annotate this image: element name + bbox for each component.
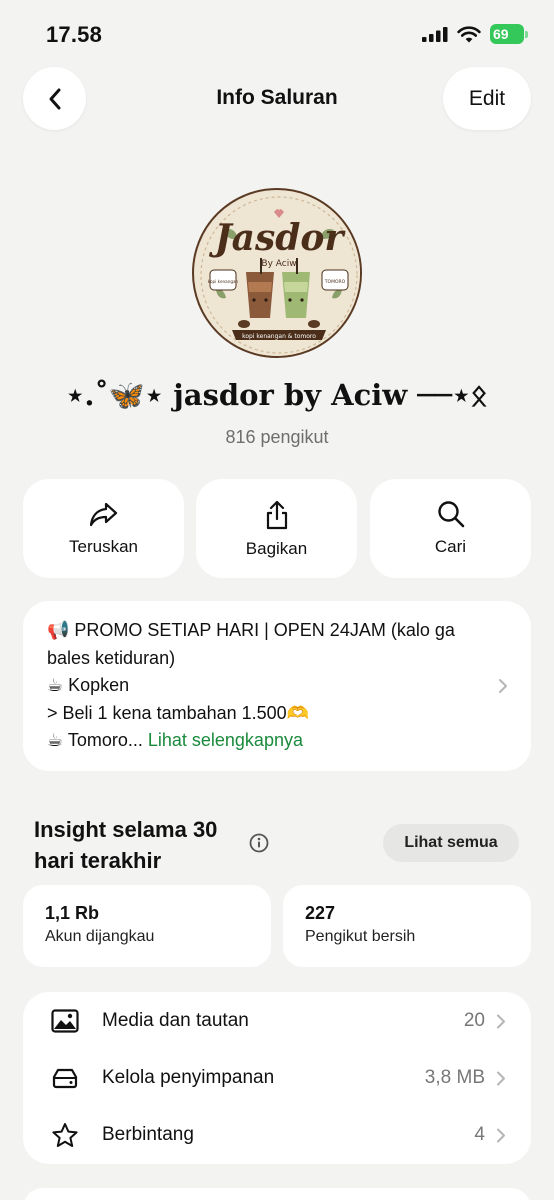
storage-icon (50, 1064, 80, 1092)
description-line-4: ☕ Tomoro... Lihat selengkapnya (47, 727, 485, 755)
stat-reach-label: Akun dijangkau (45, 928, 155, 945)
signal-icon (422, 27, 448, 42)
list-item-media[interactable]: Media dan tautan 20 (23, 992, 531, 1049)
settings-list: Media dan tautan 20 Kelola penyimpanan 3… (23, 992, 531, 1164)
tag-left: kopi kenangan (208, 279, 239, 284)
info-icon[interactable] (249, 833, 269, 853)
stat-card-followers[interactable]: 227 Pengikut bersih (283, 885, 531, 967)
description-line-4-text: ☕ Tomoro... (47, 730, 143, 750)
forward-button[interactable]: Teruskan (23, 479, 184, 578)
starred-label: Berbintang (102, 1123, 194, 1145)
status-icons: 69 (422, 24, 528, 44)
channel-info-screen: 17.58 69 Info Saluran Edit Jasdor By Aci… (0, 0, 554, 1200)
battery-cap (525, 30, 528, 38)
status-bar: 17.58 69 (0, 0, 554, 70)
forward-label: Teruskan (69, 537, 138, 556)
search-label: Cari (434, 537, 467, 556)
list-item-storage[interactable]: Kelola penyimpanan 3,8 MB (23, 1049, 531, 1106)
list-item-starred[interactable]: Berbintang 4 (23, 1106, 531, 1163)
status-time: 17.58 (46, 22, 103, 47)
chevron-right-icon (497, 1071, 505, 1086)
photo-icon (50, 1007, 80, 1035)
channel-avatar[interactable]: Jasdor By Aciw kopi kenangan TOMORO kopi… (192, 188, 362, 358)
share-label: Bagikan (245, 539, 308, 558)
share-icon (266, 500, 287, 530)
media-label: Media dan tautan (102, 1009, 249, 1031)
starred-count: 4 (474, 1123, 485, 1145)
storage-label: Kelola penyimpanan (102, 1066, 275, 1088)
description-line-1: 📢 PROMO SETIAP HARI | OPEN 24JAM (kalo g… (47, 620, 455, 668)
see-more-link[interactable]: Lihat selengkapnya (148, 730, 303, 750)
chevron-right-icon (497, 1128, 505, 1143)
wifi-icon (457, 25, 481, 42)
next-section-card (23, 1188, 531, 1200)
star-icon (50, 1121, 80, 1149)
description-line-3: > Beli 1 kena tambahan 1.500🫶 (47, 702, 310, 723)
share-button[interactable]: Bagikan (196, 479, 357, 578)
media-count: 20 (463, 1009, 485, 1031)
logo-subtitle: By Aciw (261, 259, 296, 269)
follower-count: 816 pengikut (225, 427, 329, 447)
search-icon (437, 501, 464, 528)
see-all-button[interactable]: Lihat semua (383, 824, 519, 862)
search-button[interactable]: Cari (370, 479, 531, 578)
description-line-2: ☕ Kopken (47, 675, 130, 695)
chevron-right-icon (497, 1014, 505, 1029)
chevron-right-icon (499, 679, 507, 693)
stat-followers-value: 227 (305, 903, 336, 923)
stat-card-reach[interactable]: 1,1 Rb Akun dijangkau (23, 885, 271, 967)
tag-right: TOMORO (324, 279, 346, 285)
channel-description[interactable]: 📢 PROMO SETIAP HARI | OPEN 24JAM (kalo g… (23, 601, 531, 771)
insight-title: Insight selama 30 hari terakhir (34, 817, 218, 873)
forward-icon (89, 502, 117, 527)
channel-name: ⋆.˚🦋⋆ jasdor by Aciw ──⋆ᛟ (66, 378, 488, 412)
stat-followers-label: Pengikut bersih (305, 928, 416, 945)
battery-indicator: 69 (490, 24, 528, 44)
storage-size: 3,8 MB (424, 1066, 485, 1088)
channel-logo-image: Jasdor By Aciw kopi kenangan TOMORO kopi… (195, 191, 360, 356)
edit-button[interactable]: Edit (443, 67, 531, 130)
logo-banner: kopi kenangan & tomoro (242, 333, 316, 340)
stat-reach-value: 1,1 Rb (45, 903, 100, 923)
logo-title: Jasdor (209, 217, 347, 259)
battery-level: 69 (490, 24, 524, 44)
